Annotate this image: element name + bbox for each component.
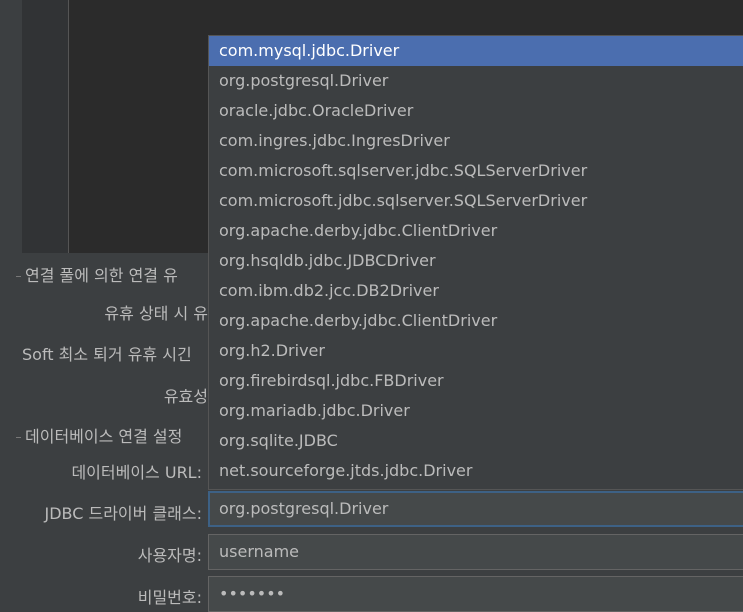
jdbc-driver-dropdown-list[interactable]: com.mysql.jdbc.Driver org.postgresql.Driv… bbox=[208, 35, 743, 490]
dropdown-item[interactable]: org.hsqldb.jdbc.JDBCDriver bbox=[209, 246, 743, 276]
section-db-connection-settings[interactable]: 데이터베이스 연결 설정 bbox=[16, 423, 182, 447]
password-field[interactable]: ••••••• bbox=[208, 576, 743, 612]
dropdown-item[interactable]: oracle.jdbc.OracleDriver bbox=[209, 96, 743, 126]
dropdown-item[interactable]: org.sqlite.JDBC bbox=[209, 426, 743, 456]
username-field[interactable]: username bbox=[208, 534, 743, 570]
label-password: 비밀번호: bbox=[137, 588, 202, 607]
dropdown-item[interactable]: org.apache.derby.jdbc.ClientDriver bbox=[209, 306, 743, 336]
label-username: 사용자명: bbox=[137, 546, 202, 565]
dropdown-item[interactable]: org.apache.derby.jdbc.ClientDriver bbox=[209, 216, 743, 246]
dropdown-item[interactable]: org.postgresql.Driver bbox=[209, 66, 743, 96]
editor-gutter bbox=[22, 0, 69, 253]
label-soft-min-evictable: Soft 최소 퇴거 유휴 시긴 bbox=[22, 345, 192, 364]
label-jdbc-driver-class: JDBC 드라이버 클래스: bbox=[44, 504, 202, 523]
dropdown-item[interactable]: com.microsoft.jdbc.sqlserver.SQLServerDr… bbox=[209, 186, 743, 216]
jdbc-driver-class-combobox[interactable]: org.postgresql.Driver bbox=[208, 491, 743, 527]
dropdown-item[interactable]: com.ingres.jdbc.IngresDriver bbox=[209, 126, 743, 156]
dropdown-item[interactable]: com.ibm.db2.jcc.DB2Driver bbox=[209, 276, 743, 306]
label-db-url: 데이터베이스 URL: bbox=[71, 463, 202, 482]
label-validity: 유효성 bbox=[163, 387, 208, 406]
dropdown-item[interactable]: com.mysql.jdbc.Driver bbox=[209, 36, 743, 66]
dropdown-item[interactable]: org.h2.Driver bbox=[209, 336, 743, 366]
dropdown-item[interactable]: org.mariadb.jdbc.Driver bbox=[209, 396, 743, 426]
label-idle-state: 유휴 상태 시 유 bbox=[104, 304, 208, 323]
dropdown-item[interactable]: com.microsoft.sqlserver.jdbc.SQLServerDr… bbox=[209, 156, 743, 186]
dropdown-item[interactable]: net.sourceforge.jtds.jdbc.Driver bbox=[209, 456, 743, 486]
section-connection-pool[interactable]: 연결 풀에 의한 연결 유 bbox=[16, 262, 178, 286]
dropdown-item[interactable]: org.firebirdsql.jdbc.FBDriver bbox=[209, 366, 743, 396]
